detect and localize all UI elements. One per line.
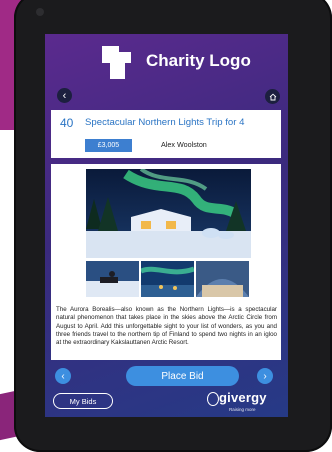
givergy-brand: givergy [219,390,267,405]
givergy-tagline: Raising more [229,407,256,412]
place-bid-button[interactable]: Place Bid [126,366,239,386]
givergy-logo-icon [207,392,219,406]
home-icon [269,93,276,100]
thumbnail-snowmobile[interactable] [86,261,139,297]
chevron-left-icon: ‹ [61,370,65,382]
lot-number: 40 [60,116,74,130]
thumbnail-aurora[interactable] [141,261,194,297]
thumbnail-igloo-interior[interactable] [196,261,249,297]
home-button[interactable] [265,89,280,104]
next-item-button[interactable]: › [257,368,273,384]
back-button[interactable]: ‹ [57,88,72,103]
my-bids-button[interactable]: My Bids [53,393,113,409]
previous-item-button[interactable]: ‹ [55,368,71,384]
chevron-right-icon: › [263,370,267,382]
item-summary-card: 40 Spectacular Northern Lights Trip for … [51,110,281,158]
highest-bidder-name: Alex Woolston [161,140,207,149]
chevron-left-icon: ‹ [62,89,67,102]
camera-icon [36,8,44,16]
charity-logo-icon [102,46,138,82]
item-detail-card: The Aurora Borealis—also known as the No… [51,164,281,360]
hero-image[interactable] [86,169,251,258]
item-title: Spectacular Northern Lights Trip for 4 [85,117,245,128]
northern-lights-igloo-image [86,169,251,258]
charity-logo: Charity Logo [45,34,288,90]
app-screen: Charity Logo ‹ 40 Spectacular Northern L… [45,34,288,417]
charity-logo-text: Charity Logo [146,51,251,70]
current-bid-badge: £3,005 [85,139,132,152]
item-description: The Aurora Borealis—also known as the No… [56,306,277,346]
